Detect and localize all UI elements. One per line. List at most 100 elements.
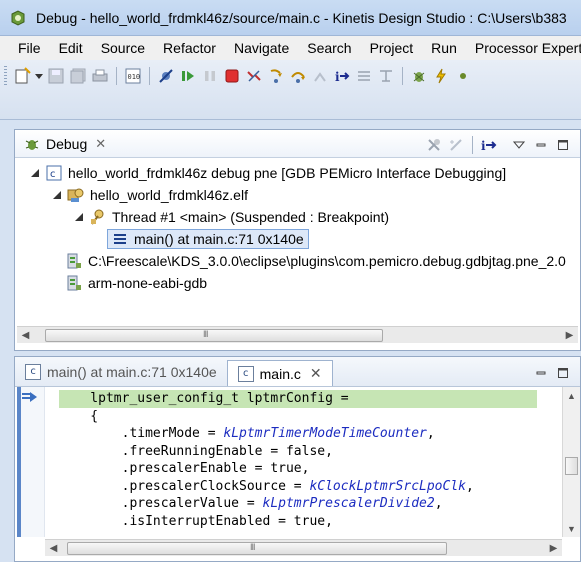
connect-icon[interactable]	[445, 134, 467, 156]
process-icon	[67, 186, 85, 204]
menu-search[interactable]: Search	[298, 40, 360, 56]
menu-processor-expert[interactable]: Processor Expert	[466, 40, 581, 56]
menu-project[interactable]: Project	[361, 40, 423, 56]
tree-row-gdb[interactable]: arm-none-eabi-gdb	[65, 272, 207, 294]
tab-debug-label: Debug	[46, 135, 88, 152]
tab-label: main() at main.c:71 0x140e	[47, 363, 217, 380]
tree-row-process[interactable]: hello_world_frdmkl46z.elf	[51, 184, 248, 206]
c-file-icon: c	[237, 365, 254, 382]
menu-file[interactable]: File	[0, 40, 50, 56]
scroll-thumb[interactable]	[45, 329, 383, 342]
disconnect-icon[interactable]	[243, 65, 265, 87]
save-icon[interactable]	[45, 65, 67, 87]
expand-twisty-icon[interactable]	[51, 189, 63, 201]
tab-debug[interactable]: Debug ✕	[15, 130, 114, 158]
binary-icon[interactable]: 010	[122, 65, 144, 87]
editor-horizontal-scrollbar[interactable]: ◀ III ▶	[45, 539, 562, 556]
maximize-icon[interactable]	[552, 362, 574, 384]
scroll-thumb-grip: III	[203, 329, 208, 339]
editor-gutter[interactable]	[17, 387, 45, 537]
code-line: .isInterruptEnabled = true,	[59, 513, 333, 529]
kinetis-app-icon	[11, 9, 25, 26]
tree-label: hello_world_frdmkl46z debug pne [GDB PEM…	[68, 165, 507, 181]
save-all-icon[interactable]	[67, 65, 89, 87]
gdb-server-icon	[65, 252, 83, 270]
scroll-up-icon[interactable]: ▲	[563, 387, 580, 404]
scroll-left-icon[interactable]: ◀	[45, 540, 62, 557]
instruction-stepping-icon[interactable]: i	[331, 65, 353, 87]
c-launch-icon: c	[45, 164, 63, 182]
tab-main-c[interactable]: c main.c ✕	[226, 360, 333, 386]
code-line: .prescalerClockSource = kClockLptmrSrcLp…	[59, 478, 474, 494]
debug-view: Debug ✕ i c hello_world_frdmkl46z debug …	[14, 129, 581, 351]
toolbar-separator	[402, 67, 403, 85]
svg-text:i: i	[335, 70, 340, 84]
code-line: .prescalerValue = kLptmrPrescalerDivide2…	[59, 496, 443, 511]
scroll-down-icon[interactable]: ▼	[563, 520, 580, 537]
menu-navigate[interactable]: Navigate	[225, 40, 298, 56]
menu-run[interactable]: Run	[422, 40, 466, 56]
step-return-icon[interactable]	[309, 65, 331, 87]
tree-row-stack-frame[interactable]: main() at main.c:71 0x140e	[107, 229, 309, 249]
scroll-right-icon[interactable]: ▶	[545, 540, 562, 557]
current-instruction-pointer-icon	[22, 392, 37, 402]
debug-horizontal-scrollbar[interactable]: ◀ III ▶	[17, 326, 578, 343]
tab-label: main.c	[259, 365, 301, 382]
thread-icon	[89, 208, 107, 226]
skip-breakpoints-icon[interactable]	[155, 65, 177, 87]
step-into-icon[interactable]	[265, 65, 287, 87]
expand-twisty-icon[interactable]	[73, 211, 85, 223]
scroll-thumb-grip: III	[250, 542, 255, 552]
close-icon[interactable]: ✕	[95, 136, 106, 152]
step-over-icon[interactable]	[287, 65, 309, 87]
gdb-icon	[65, 274, 83, 292]
c-file-icon: c	[25, 363, 41, 380]
close-icon[interactable]: ✕	[310, 365, 322, 382]
print-icon[interactable]	[89, 65, 111, 87]
editor-tabbar: c main() at main.c:71 0x140e c main.c ✕	[15, 357, 580, 387]
scroll-left-icon[interactable]: ◀	[17, 327, 34, 344]
main-toolbar: 010 i	[0, 60, 581, 120]
tab-stack-frame-source[interactable]: c main() at main.c:71 0x140e	[15, 357, 227, 386]
toolbar-row: 010 i	[0, 64, 474, 88]
debug-view-actions: i	[423, 134, 574, 156]
use-step-filters-icon[interactable]	[375, 65, 397, 87]
menu-edit[interactable]: Edit	[50, 40, 92, 56]
tree-row-launch[interactable]: c hello_world_frdmkl46z debug pne [GDB P…	[29, 162, 506, 184]
new-dropdown-icon[interactable]	[33, 65, 45, 87]
drop-to-frame-icon[interactable]	[353, 65, 375, 87]
remove-all-terminated-icon[interactable]	[423, 134, 445, 156]
editor-view-actions	[530, 362, 574, 384]
debug-bug-icon	[23, 135, 41, 153]
menu-source[interactable]: Source	[92, 40, 154, 56]
tree-row-gdb-server[interactable]: C:\Freescale\KDS_3.0.0\eclipse\plugins\c…	[65, 250, 566, 272]
code-line: .freeRunningEnable = false,	[59, 443, 333, 459]
resume-icon[interactable]	[177, 65, 199, 87]
scroll-right-icon[interactable]: ▶	[561, 327, 578, 344]
menu-refactor[interactable]: Refactor	[154, 40, 225, 56]
flash-icon[interactable]	[430, 65, 452, 87]
new-icon[interactable]	[11, 65, 33, 87]
minimize-icon[interactable]	[530, 362, 552, 384]
scroll-thumb[interactable]	[67, 542, 447, 555]
editor-vertical-scrollbar[interactable]: ▲ ▼	[562, 387, 580, 537]
debug-launch-icon[interactable]	[408, 65, 430, 87]
tree-row-thread[interactable]: Thread #1 <main> (Suspended : Breakpoint…	[73, 206, 389, 228]
instruction-stepping-icon[interactable]: i	[478, 134, 500, 156]
more-icon[interactable]	[452, 65, 474, 87]
terminate-icon[interactable]	[221, 65, 243, 87]
debug-view-tabbar: Debug ✕ i	[15, 130, 580, 158]
suspend-icon[interactable]	[199, 65, 221, 87]
code-line: .prescalerEnable = true,	[59, 461, 310, 476]
scroll-thumb[interactable]	[565, 457, 578, 475]
toolbar-grip[interactable]	[4, 66, 7, 86]
title-bar: Debug - hello_world_frdmkl46z/source/mai…	[0, 0, 581, 36]
toolbar-separator	[149, 67, 150, 85]
code-line: .timerMode = kLptmrTimerModeTimeCounter,	[59, 426, 435, 441]
debug-tree: c hello_world_frdmkl46z debug pne [GDB P…	[15, 160, 580, 326]
expand-twisty-icon[interactable]	[29, 167, 41, 179]
minimize-icon[interactable]	[530, 134, 552, 156]
code-area[interactable]: lptmr_user_config_t lptmrConfig = { .tim…	[59, 390, 537, 537]
view-menu-icon[interactable]	[508, 134, 530, 156]
maximize-icon[interactable]	[552, 134, 574, 156]
